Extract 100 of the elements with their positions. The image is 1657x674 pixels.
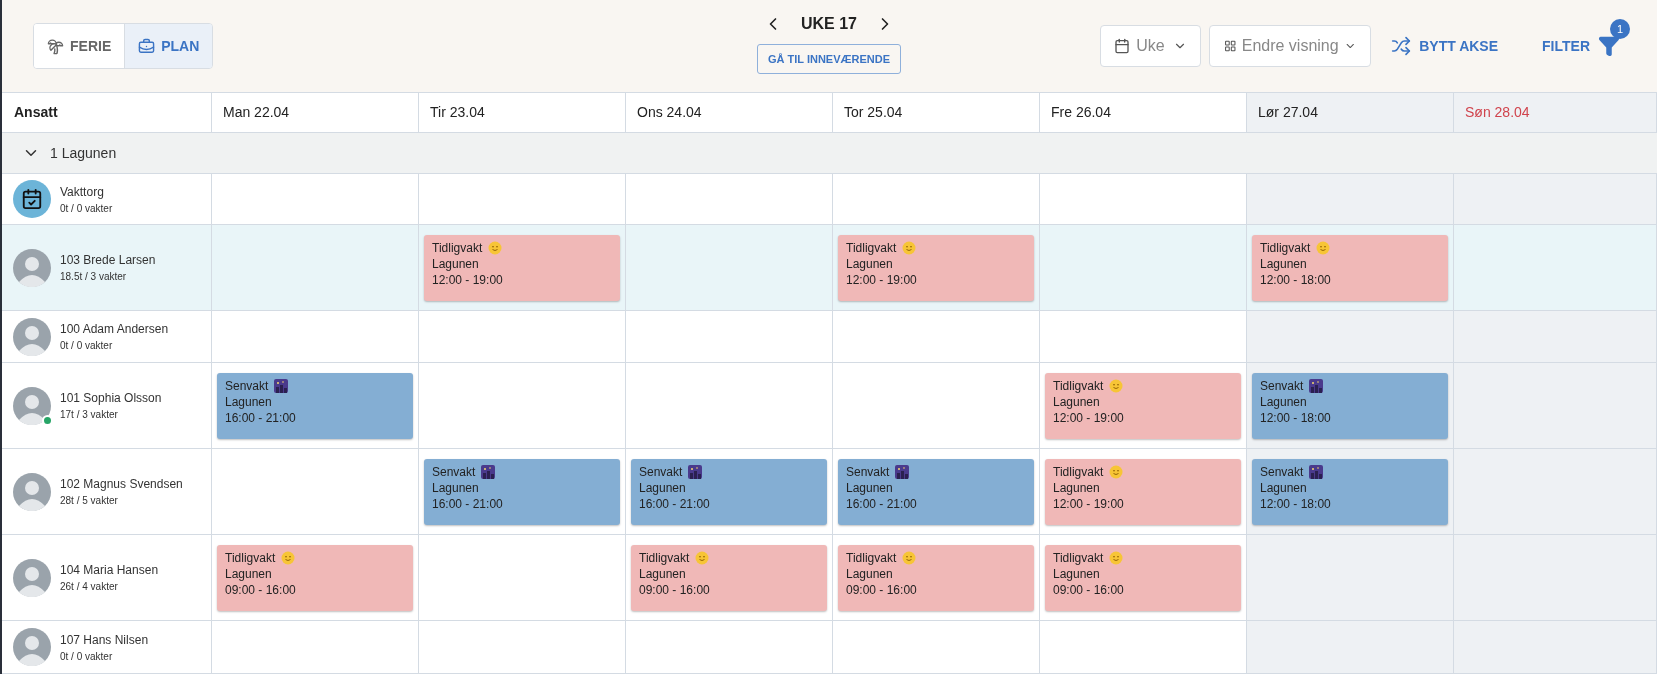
shift-card[interactable]: Senvakt Lagunen 16:00 - 21:00 [838, 458, 1034, 525]
shift-card[interactable]: Tidligvakt Lagunen 12:00 - 19:00 [838, 234, 1034, 301]
schedule-cell[interactable]: Senvakt Lagunen 12:00 - 18:00 [1247, 363, 1454, 448]
shift-title: Senvakt [1260, 463, 1304, 480]
shift-card[interactable]: Tidligvakt Lagunen 09:00 - 16:00 [838, 544, 1034, 611]
shift-location: Lagunen [846, 255, 894, 272]
shift-location: Lagunen [1053, 479, 1101, 496]
schedule-cell[interactable]: Tidligvakt Lagunen 09:00 - 16:00 [833, 535, 1040, 620]
schedule-cell[interactable]: Senvakt Lagunen 16:00 - 21:00 [419, 449, 626, 534]
shift-time: 16:00 - 21:00 [225, 409, 297, 426]
schedule-cell[interactable] [1247, 621, 1454, 673]
shift-location: Lagunen [1260, 255, 1308, 272]
shift-card[interactable]: Tidligvakt Lagunen 12:00 - 19:00 [1045, 372, 1241, 439]
shift-time: 09:00 - 16:00 [846, 581, 918, 598]
week-title: UKE 17 [801, 14, 857, 34]
shift-location: Lagunen [432, 255, 480, 272]
shift-location: Lagunen [1260, 479, 1308, 496]
today-button[interactable]: GÅ TIL INNEVÆRENDE [757, 44, 901, 74]
shift-card[interactable]: Senvakt Lagunen 12:00 - 18:00 [1252, 372, 1448, 439]
night-sky-icon [688, 464, 703, 479]
person-avatar [13, 628, 51, 666]
shift-card[interactable]: Tidligvakt Lagunen 09:00 - 16:00 [217, 544, 413, 611]
shift-card[interactable]: Tidligvakt Lagunen 09:00 - 16:00 [1045, 544, 1241, 611]
employee-hours: 0t / 0 vakter [60, 201, 113, 216]
schedule-cell[interactable] [1454, 311, 1657, 362]
person-avatar [13, 317, 51, 356]
shift-location: Lagunen [225, 393, 273, 410]
shift-card[interactable]: Senvakt Lagunen 12:00 - 18:00 [1252, 458, 1448, 525]
employee-hours: 0t / 0 vakter [60, 649, 114, 664]
schedule-cell[interactable]: Senvakt Lagunen 16:00 - 21:00 [833, 449, 1040, 534]
view-select[interactable]: Uke [1100, 25, 1202, 67]
schedule-cell[interactable]: Senvakt Lagunen 16:00 - 21:00 [626, 449, 833, 534]
grid-icon [1224, 39, 1237, 53]
schedule-cell[interactable]: Tidligvakt Lagunen 12:00 - 19:00 [1040, 363, 1247, 448]
shift-title: Tidligvakt [1260, 239, 1311, 256]
shift-location: Lagunen [1260, 393, 1308, 410]
sun-face-icon [281, 550, 296, 565]
shift-time: 16:00 - 21:00 [639, 495, 711, 512]
swap-axis-button[interactable]: BYTT AKSE [1391, 35, 1499, 57]
shift-title: Tidligvakt [1053, 463, 1104, 480]
schedule-cell[interactable]: Tidligvakt Lagunen 09:00 - 16:00 [1040, 535, 1247, 620]
night-sky-icon [1309, 378, 1324, 393]
shift-title: Tidligvakt [432, 239, 483, 256]
day-header: Søn 28.04 [1454, 93, 1657, 132]
shift-time: 12:00 - 19:00 [1053, 495, 1125, 512]
shuffle-icon [1391, 36, 1412, 56]
day-header: Lør 27.04 [1247, 93, 1454, 132]
shift-location: Lagunen [846, 565, 894, 582]
employee-name: 104 Maria Hansen [60, 562, 159, 579]
briefcase-icon [138, 37, 156, 55]
sun-face-icon [695, 550, 710, 565]
schedule-cell[interactable] [1454, 174, 1657, 224]
shift-location: Lagunen [639, 479, 687, 496]
shift-title: Tidligvakt [846, 549, 897, 566]
schedule-cell[interactable]: Tidligvakt Lagunen 12:00 - 19:00 [1040, 449, 1247, 534]
night-sky-icon [895, 464, 910, 479]
schedule-cell[interactable] [1454, 535, 1657, 620]
shift-title: Senvakt [639, 463, 683, 480]
mode-tab[interactable]: PLAN [124, 24, 213, 68]
schedule-cell[interactable]: Tidligvakt Lagunen 12:00 - 19:00 [419, 225, 626, 310]
display-select[interactable]: Endre visning [1209, 25, 1372, 67]
shift-card[interactable]: Senvakt Lagunen 16:00 - 21:00 [631, 458, 827, 525]
schedule-cell[interactable]: Tidligvakt Lagunen 12:00 - 19:00 [833, 225, 1040, 310]
shift-title: Senvakt [1260, 377, 1304, 394]
shift-time: 09:00 - 16:00 [639, 581, 711, 598]
calendar-icon [1114, 38, 1131, 54]
group-header[interactable]: 1 Lagunen [2, 133, 1657, 174]
employee-name: Vakttorg [60, 183, 105, 201]
shift-card[interactable]: Tidligvakt Lagunen 09:00 - 16:00 [631, 544, 827, 611]
palm-tree-icon [47, 37, 64, 55]
schedule-cell[interactable]: Tidligvakt Lagunen 12:00 - 18:00 [1247, 225, 1454, 310]
calendar-user-icon [21, 188, 43, 210]
schedule-cell[interactable] [1454, 449, 1657, 534]
schedule-cell[interactable] [1454, 621, 1657, 673]
shift-card[interactable]: Senvakt Lagunen 16:00 - 21:00 [424, 458, 620, 525]
employee-hours: 26t / 4 vakter [60, 580, 119, 594]
person-avatar [13, 472, 51, 511]
shift-location: Lagunen [432, 479, 480, 496]
shift-title: Tidligvakt [1053, 549, 1104, 566]
shift-card[interactable]: Tidligvakt Lagunen 12:00 - 18:00 [1252, 234, 1448, 301]
employee-hours: 17t / 3 vakter [60, 408, 119, 422]
schedule-cell[interactable] [1247, 174, 1454, 224]
shift-time: 12:00 - 18:00 [1260, 409, 1332, 426]
sun-face-icon [1109, 378, 1124, 393]
schedule-cell[interactable] [1247, 311, 1454, 362]
shift-title: Tidligvakt [846, 239, 897, 256]
schedule-cell[interactable] [1454, 363, 1657, 448]
schedule-cell[interactable]: Tidligvakt Lagunen 09:00 - 16:00 [626, 535, 833, 620]
shift-time: 16:00 - 21:00 [846, 495, 918, 512]
shift-card[interactable]: Tidligvakt Lagunen 12:00 - 19:00 [424, 234, 620, 301]
schedule-cell[interactable]: Senvakt Lagunen 16:00 - 21:00 [212, 363, 419, 448]
sun-face-icon [902, 240, 917, 255]
shift-card[interactable]: Tidligvakt Lagunen 12:00 - 19:00 [1045, 458, 1241, 525]
shift-card[interactable]: Senvakt Lagunen 16:00 - 21:00 [217, 372, 413, 439]
schedule-cell[interactable]: Tidligvakt Lagunen 09:00 - 16:00 [212, 535, 419, 620]
employee-name: 107 Hans Nilsen [60, 631, 149, 649]
schedule-cell[interactable] [1247, 535, 1454, 620]
sun-face-icon [1316, 240, 1331, 255]
schedule-cell[interactable]: Senvakt Lagunen 12:00 - 18:00 [1247, 449, 1454, 534]
sun-face-icon [1109, 464, 1124, 479]
